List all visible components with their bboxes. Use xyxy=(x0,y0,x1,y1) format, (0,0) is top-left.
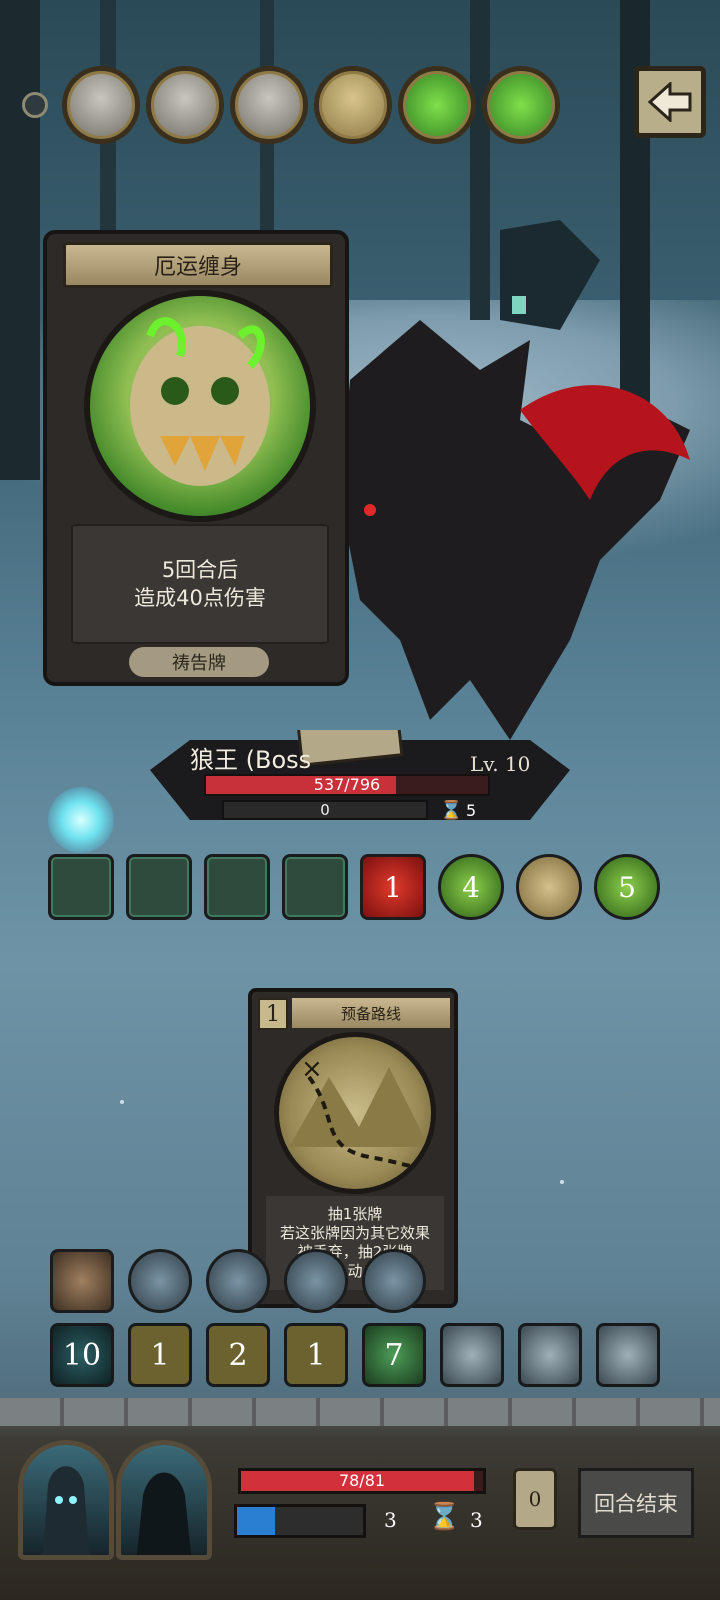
boss-name: 狼王 (Boss xyxy=(190,746,312,774)
slingshot-relic[interactable] xyxy=(284,1249,348,1313)
glowing-orb-icon[interactable] xyxy=(48,787,114,853)
player-hp-bar: 78/81 xyxy=(238,1468,486,1494)
card-title: 预备路线 xyxy=(292,998,450,1028)
ally-portrait-window[interactable] xyxy=(116,1440,212,1560)
boot-effect-3[interactable]: 1 xyxy=(284,1323,348,1387)
draw-pile-button[interactable]: 0 xyxy=(513,1468,557,1530)
hooded-hero-icon xyxy=(43,1466,89,1555)
player-mana-bar xyxy=(234,1504,366,1538)
hood-relic[interactable] xyxy=(362,1249,426,1313)
flame-feather-effect[interactable] xyxy=(518,1323,582,1387)
hooded-figure-effect[interactable] xyxy=(204,854,270,920)
curse-effect-2[interactable]: 5 xyxy=(594,854,660,920)
boss-level: Lv. 10 xyxy=(470,752,531,776)
cursed-skull-art xyxy=(84,290,316,522)
knight-portrait[interactable] xyxy=(146,66,224,144)
turn-value: 3 xyxy=(470,1508,483,1532)
card-cost: 1 xyxy=(258,998,288,1030)
arrow-left-icon xyxy=(648,82,692,122)
card-desc-line: 造成40点伤害 xyxy=(134,586,266,610)
lightning-relic[interactable] xyxy=(206,1249,270,1313)
boss-turn-counter: 5 xyxy=(466,801,477,820)
shadow-ally-icon xyxy=(137,1472,191,1555)
hourglass-icon: ⌛ xyxy=(440,800,463,821)
player-effects-row: 10 1 2 1 7 xyxy=(50,1323,660,1387)
player-hp-text: 78/81 xyxy=(338,1471,386,1490)
spellbook-effect[interactable] xyxy=(126,854,192,920)
card-desc-line: 若这张牌因为其它效果 xyxy=(279,1224,430,1242)
plague-doctor-portrait[interactable] xyxy=(62,66,140,144)
svg-text:×: × xyxy=(301,1054,323,1084)
spider-eye-effect[interactable] xyxy=(48,854,114,920)
boot-effect-2[interactable]: 2 xyxy=(206,1323,270,1387)
back-button[interactable] xyxy=(634,66,706,138)
cursed-skull-portrait[interactable] xyxy=(398,66,476,144)
old-man-effect[interactable] xyxy=(282,854,348,920)
boss-intent-card[interactable]: 厄运缠身 5回合后 造成40点伤害 祷告牌 xyxy=(43,230,349,686)
axe-portrait[interactable] xyxy=(314,66,392,144)
card-desc-line: 5回合后 xyxy=(161,558,239,582)
mana-value: 3 xyxy=(384,1508,397,1532)
boss-hp-text: 537/796 xyxy=(313,775,381,794)
curse-effect[interactable]: 4 xyxy=(438,854,504,920)
end-turn-button[interactable]: 回合结束 xyxy=(578,1468,694,1538)
shield-effect[interactable]: 10 xyxy=(50,1323,114,1387)
poison-effect[interactable]: 7 xyxy=(362,1323,426,1387)
boss-hp-bar: 537/796 xyxy=(204,774,490,796)
snowflake xyxy=(120,1100,124,1104)
boss-status-effects: 14 5 xyxy=(48,854,660,920)
hunter-portrait[interactable] xyxy=(230,66,308,144)
snowflake xyxy=(560,1180,564,1184)
axe-effect[interactable] xyxy=(516,854,582,920)
boot-effect[interactable]: 1 xyxy=(128,1323,192,1387)
enemy-portrait-row xyxy=(22,66,560,144)
blood-effect[interactable]: 1 xyxy=(360,854,426,920)
cursed-skull-portrait-2[interactable] xyxy=(482,66,560,144)
bat-relic[interactable] xyxy=(128,1249,192,1313)
hero-portrait-window[interactable] xyxy=(18,1440,114,1560)
map-route-art: × xyxy=(274,1032,436,1194)
card-title: 厄运缠身 xyxy=(63,242,333,288)
boss-armor-text: 0 xyxy=(320,801,330,819)
stone-wall xyxy=(0,1398,720,1426)
card-type: 祷告牌 xyxy=(129,647,269,677)
scholar-effect[interactable] xyxy=(596,1323,660,1387)
player-mana-fill xyxy=(237,1507,275,1535)
dancer-effect[interactable] xyxy=(440,1323,504,1387)
card-description: 5回合后 造成40点伤害 xyxy=(71,524,329,644)
hourglass-icon: ⌛ xyxy=(428,1502,461,1532)
menu-dot-icon[interactable] xyxy=(22,92,48,118)
card-desc-line: 抽1张牌 xyxy=(327,1205,383,1223)
boss-armor-bar: 0 xyxy=(222,800,428,820)
relic-row xyxy=(50,1249,426,1313)
wolf-king-boss[interactable] xyxy=(330,300,700,780)
gun-relic[interactable] xyxy=(50,1249,114,1313)
